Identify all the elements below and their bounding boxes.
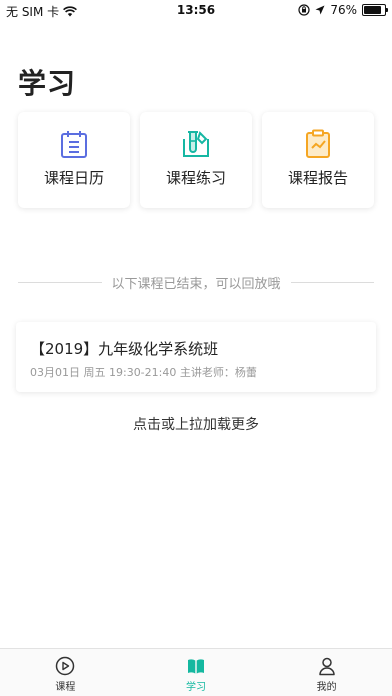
tab-courses-label: 课程 xyxy=(55,682,76,693)
course-meta: 03月01日 周五 19:30-21:40 主讲老师：杨蕾 xyxy=(30,366,257,379)
divider-line-left xyxy=(18,281,102,283)
tab-courses[interactable]: 课程 xyxy=(0,649,131,696)
play-circle-icon xyxy=(56,656,75,676)
course-report-card[interactable]: 课程报告 xyxy=(262,112,374,208)
tab-study[interactable]: 学习 xyxy=(131,649,262,696)
tab-mine[interactable]: 我的 xyxy=(261,649,392,696)
location-arrow-icon xyxy=(315,5,325,15)
status-bar: 无 SIM 卡 13:56 76% xyxy=(0,0,392,20)
tab-study-label: 学习 xyxy=(186,682,206,693)
battery-icon xyxy=(362,4,388,16)
course-title: 【2019】九年级化学系统班 xyxy=(30,340,219,358)
course-calendar-label: 课程日历 xyxy=(43,169,104,187)
divider-line-right xyxy=(290,281,375,283)
tab-bar: 课程 学习 我的 xyxy=(0,648,392,696)
page-title: 学习 xyxy=(18,67,77,100)
report-clipboard-icon xyxy=(306,129,330,158)
load-more-button[interactable]: 点击或上拉加载更多 xyxy=(0,414,392,434)
course-practice-label: 课程练习 xyxy=(165,169,226,187)
orientation-lock-icon xyxy=(298,4,310,16)
practice-flask-icon xyxy=(183,131,209,157)
ended-courses-divider: 以下课程已结束，可以回放哦 xyxy=(18,272,375,292)
tab-mine-label: 我的 xyxy=(316,682,337,693)
course-list-item[interactable]: 【2019】九年级化学系统班 03月01日 周五 19:30-21:40 主讲老… xyxy=(16,322,376,392)
battery-fill xyxy=(364,6,381,14)
course-report-label: 课程报告 xyxy=(287,169,348,187)
divider-text: 以下课程已结束，可以回放哦 xyxy=(111,276,281,292)
course-practice-card[interactable]: 课程练习 xyxy=(140,112,252,208)
status-right: 76% xyxy=(298,3,388,17)
calendar-icon xyxy=(61,131,87,158)
book-icon xyxy=(188,659,204,674)
course-calendar-card[interactable]: 课程日历 xyxy=(18,112,130,208)
person-icon xyxy=(318,657,335,676)
feature-cards: 课程日历 课程练习 课程报告 xyxy=(18,112,374,208)
battery-percent: 76% xyxy=(330,3,357,17)
